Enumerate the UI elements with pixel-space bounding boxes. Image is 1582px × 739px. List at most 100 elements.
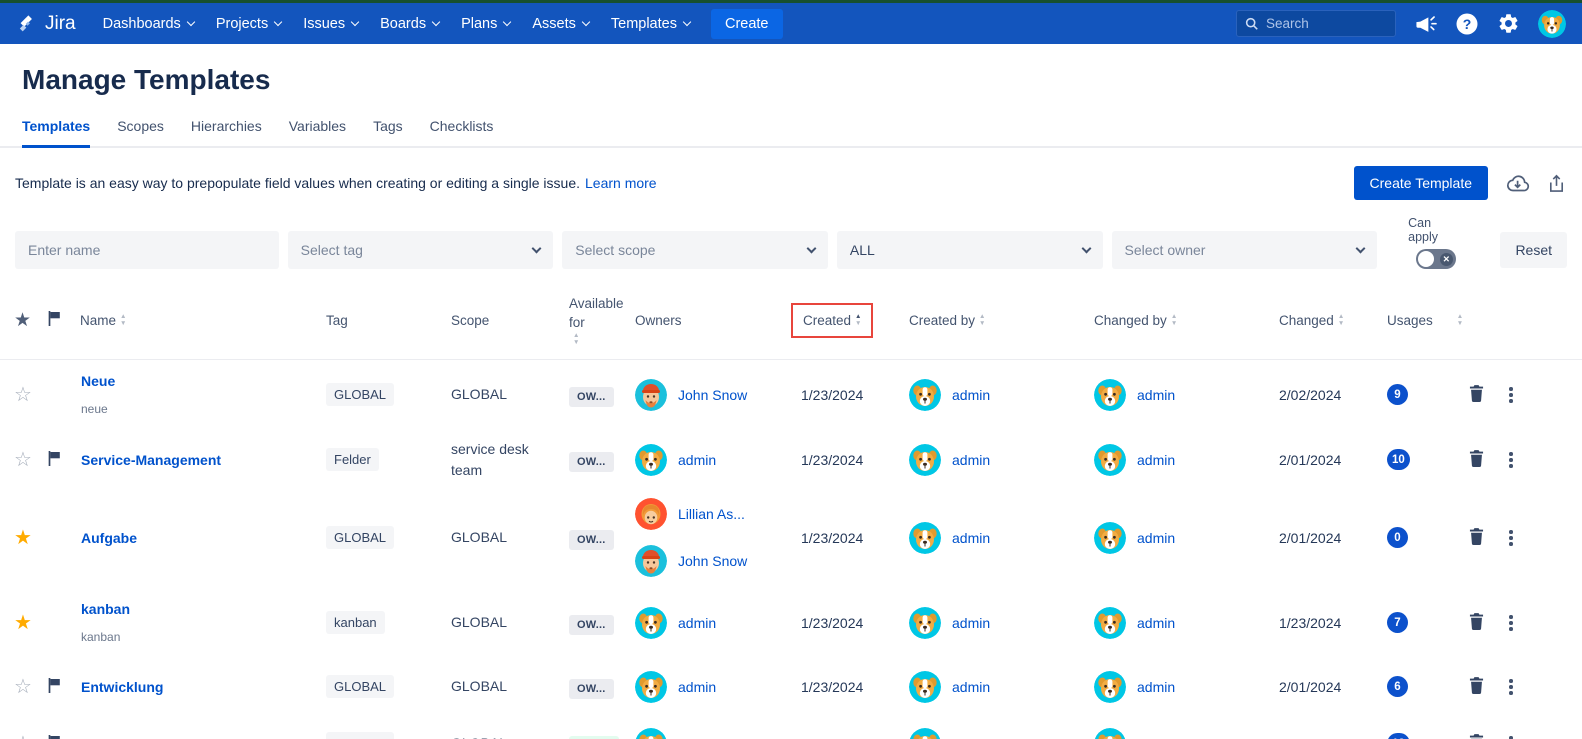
star-outline-icon[interactable]: ☆ — [14, 384, 32, 406]
header-created[interactable]: Created ▲ ▼ — [791, 302, 909, 338]
usages-badge[interactable]: 10 — [1387, 449, 1410, 471]
row-actions-menu-button[interactable] — [1505, 383, 1517, 407]
scope-filter-select[interactable]: Select scope — [562, 231, 828, 269]
template-name-link[interactable]: Neue — [81, 373, 326, 389]
owner-filter-select[interactable]: Select owner — [1111, 231, 1378, 269]
changed-by-cell: admin — [1094, 670, 1279, 703]
header-scope[interactable]: Scope — [451, 313, 569, 328]
template-name-link[interactable]: kanban — [81, 601, 326, 617]
owner-link[interactable]: admin — [678, 615, 716, 631]
usages-badge[interactable]: 12 — [1387, 733, 1410, 739]
chevron-down-icon — [431, 17, 441, 27]
user-avatar[interactable] — [1538, 9, 1566, 38]
megaphone-icon[interactable] — [1414, 13, 1437, 34]
delete-button[interactable] — [1465, 446, 1488, 474]
header-usages[interactable]: Usages ▲ ▼ — [1387, 313, 1465, 328]
tag-filter-select[interactable]: Select tag — [287, 231, 554, 269]
header-tag[interactable]: Tag — [326, 313, 451, 328]
nav-templates[interactable]: Templates — [600, 16, 701, 32]
search-input[interactable] — [1266, 16, 1387, 31]
help-icon[interactable]: ? — [1455, 12, 1479, 36]
row-actions-menu-button[interactable] — [1505, 448, 1517, 472]
name-filter[interactable] — [15, 231, 279, 269]
availability-filter-select[interactable]: ALL — [836, 231, 1103, 269]
owner: admin — [635, 670, 801, 703]
user-link[interactable]: admin — [952, 452, 990, 468]
owner-link[interactable]: admin — [678, 679, 716, 695]
template-name-link[interactable]: Entwicklung — [81, 679, 326, 695]
star-filled-icon[interactable]: ★ — [14, 527, 32, 549]
learn-more-link[interactable]: Learn more — [585, 175, 657, 191]
user-link[interactable]: admin — [1137, 452, 1175, 468]
user-link[interactable]: admin — [1137, 615, 1175, 631]
nav-dashboards[interactable]: Dashboards — [92, 16, 205, 32]
star-filled-icon[interactable]: ★ — [14, 612, 32, 634]
created-by-cell: admin — [909, 378, 1094, 411]
delete-button[interactable] — [1465, 381, 1488, 409]
delete-button[interactable] — [1465, 524, 1488, 552]
brand-name: Jira — [45, 12, 76, 34]
jira-logo[interactable]: Jira — [16, 13, 76, 35]
user-link[interactable]: admin — [952, 679, 990, 695]
flag-icon[interactable] — [48, 734, 61, 739]
usages-badge[interactable]: 9 — [1387, 384, 1408, 406]
flag-icon[interactable] — [48, 450, 61, 469]
nav-projects[interactable]: Projects — [205, 16, 292, 32]
row-actions-menu-button[interactable] — [1505, 526, 1517, 550]
star-outline-icon[interactable]: ☆ — [14, 676, 32, 698]
header-created-by[interactable]: Created by ▲ ▼ — [909, 313, 1094, 328]
flag-icon[interactable] — [48, 677, 61, 696]
usages-badge[interactable]: 6 — [1387, 676, 1408, 698]
header-owners[interactable]: Owners — [635, 313, 801, 328]
header-name[interactable]: Name ▲ ▼ — [80, 313, 326, 328]
row-actions-menu-button[interactable] — [1505, 675, 1517, 699]
tab-tags[interactable]: Tags — [373, 118, 403, 146]
user-link[interactable]: admin — [952, 615, 990, 631]
usages-badge[interactable]: 7 — [1387, 612, 1408, 634]
chevron-down-icon — [186, 17, 196, 27]
user-link[interactable]: admin — [1137, 387, 1175, 403]
tab-hierarchies[interactable]: Hierarchies — [191, 118, 262, 146]
nav-assets[interactable]: Assets — [521, 16, 600, 32]
star-outline-icon[interactable]: ☆ — [14, 733, 32, 739]
tab-checklists[interactable]: Checklists — [430, 118, 494, 146]
owner-link[interactable]: John Snow — [678, 387, 747, 403]
tab-scopes[interactable]: Scopes — [117, 118, 164, 146]
search-box[interactable] — [1236, 10, 1396, 37]
template-name-link[interactable]: Service-Management — [81, 452, 326, 468]
usages-badge[interactable]: 0 — [1387, 527, 1408, 549]
user-link[interactable]: admin — [1137, 530, 1175, 546]
header-available-for[interactable]: Available for ▲ ▼ — [569, 295, 635, 346]
owner-link[interactable]: John Snow — [678, 553, 747, 569]
delete-button[interactable] — [1465, 730, 1488, 739]
template-name-link[interactable]: Aufgabe — [81, 530, 326, 546]
delete-button[interactable] — [1465, 609, 1488, 637]
tab-templates[interactable]: Templates — [22, 118, 91, 148]
nav-plans[interactable]: Plans — [450, 16, 521, 32]
row-actions-menu-button[interactable] — [1505, 611, 1517, 635]
import-cloud-icon[interactable] — [1505, 173, 1530, 194]
can-apply-toggle[interactable]: ✕ — [1415, 249, 1456, 269]
owner-link[interactable]: Lillian As... — [678, 506, 745, 522]
name-filter-input[interactable] — [28, 242, 266, 258]
gear-icon[interactable] — [1497, 12, 1520, 35]
user-link[interactable]: admin — [952, 387, 990, 403]
create-template-button[interactable]: Create Template — [1353, 166, 1488, 200]
star-outline-icon[interactable]: ☆ — [14, 449, 32, 471]
user-link[interactable]: admin — [1137, 679, 1175, 695]
reset-button[interactable]: Reset — [1500, 232, 1568, 268]
nav-issues[interactable]: Issues — [292, 16, 369, 32]
tab-variables[interactable]: Variables — [289, 118, 346, 146]
create-button[interactable]: Create — [710, 8, 783, 39]
row-actions-menu-button[interactable] — [1505, 732, 1517, 739]
header-changed-by[interactable]: Changed by ▲ ▼ — [1094, 313, 1279, 328]
header-changed[interactable]: Changed ▲ ▼ — [1279, 313, 1387, 328]
flag-column-icon[interactable] — [48, 311, 61, 329]
owners-cell: John Snow — [635, 378, 801, 411]
nav-boards[interactable]: Boards — [369, 16, 450, 32]
star-column-icon[interactable]: ★ — [14, 309, 31, 332]
owner-link[interactable]: admin — [678, 452, 716, 468]
export-icon[interactable] — [1547, 173, 1566, 194]
user-link[interactable]: admin — [952, 530, 990, 546]
delete-button[interactable] — [1465, 673, 1488, 701]
